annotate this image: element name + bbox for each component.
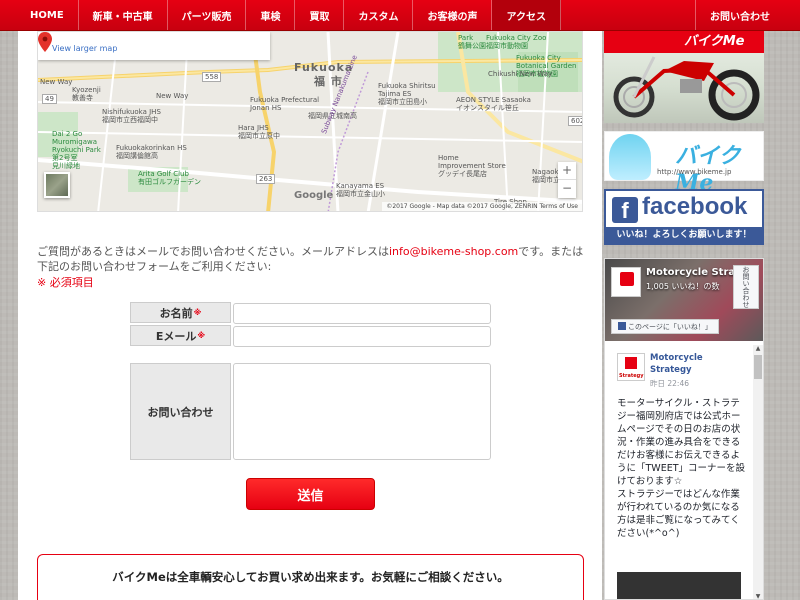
- nav-inspection[interactable]: 車検: [246, 0, 296, 30]
- map-label-korinkan: Fukuokakorinkan HS 福岡講倫館高: [116, 144, 187, 160]
- facebook-banner-subtitle: いいね！よろしくお願いします！: [606, 227, 762, 243]
- zoom-in-button[interactable]: +: [558, 162, 576, 180]
- map-label-route-49: 49: [42, 94, 57, 104]
- message-textarea[interactable]: [233, 363, 491, 460]
- map-label-kanayama: Kanayama ES 福岡市立金山小: [336, 182, 385, 198]
- fb-post-time[interactable]: 昨日 22:46: [650, 378, 689, 389]
- name-input-cell: [233, 302, 491, 324]
- message-input-cell: [233, 363, 491, 464]
- map-label-hara: Hara JHS 福岡市立原中: [238, 124, 280, 140]
- nav-new-used-bikes[interactable]: 新車・中古車: [79, 0, 168, 30]
- facebook-banner[interactable]: f facebook いいね！よろしくお願いします！: [604, 189, 764, 245]
- fb-cover-photo[interactable]: Motorcycle Strat... 1,005 いいね！の数 お問い合わせ …: [605, 259, 763, 341]
- strategy-avatar-icon: [625, 357, 637, 369]
- top-nav: HOME 新車・中古車 パーツ販売 車検 買取 カスタム お客様の声 アクセス …: [0, 0, 800, 31]
- form-row-name: お名前 ※: [130, 302, 491, 324]
- facebook-page-widget: Motorcycle Strat... 1,005 いいね！の数 お問い合わせ …: [604, 258, 764, 600]
- map-label-nishifukuoka: Nishifukuoka JHS 福岡市立西福岡中: [102, 108, 161, 124]
- google-map[interactable]: View larger map Fukuoka 福 市 Fukuoka Pref…: [37, 31, 583, 212]
- fb-likes-count: 1,005 いいね！の数: [646, 282, 720, 291]
- nav-access[interactable]: アクセス: [492, 0, 561, 30]
- map-label-jonan: Fukuoka Prefectural Jonan HS: [250, 96, 320, 112]
- intro-text-before: ご質問があるときはメールでお問い合わせください。メールアドレスは: [37, 245, 389, 258]
- map-pin-icon[interactable]: [38, 32, 52, 52]
- email-label: Eメール ※: [130, 325, 231, 346]
- name-input[interactable]: [233, 303, 491, 324]
- email-link[interactable]: info@bikeme-shop.com: [389, 245, 518, 258]
- zoom-out-button[interactable]: −: [558, 180, 576, 198]
- facebook-wordmark: facebook: [642, 193, 748, 220]
- map-label-newway-2: New Way: [156, 92, 189, 100]
- nav-parts[interactable]: パーツ販売: [168, 0, 247, 30]
- map-label-chikushi: Chikushi New Way: [488, 70, 553, 78]
- nav-home[interactable]: HOME: [0, 0, 79, 30]
- map-label-dai2go: Dai 2 Go Muromigawa Ryokuchi Park 第2号室 見…: [52, 130, 101, 170]
- fb-post-avatar[interactable]: Strategy: [617, 353, 645, 381]
- scrollbar-thumb[interactable]: [754, 355, 762, 379]
- name-label-text: お名前: [159, 306, 193, 320]
- email-input[interactable]: [233, 326, 491, 347]
- map-label-park: Park 鶴舞公園: [458, 34, 486, 50]
- fb-scrollbar[interactable]: ▲ ▼: [753, 345, 763, 599]
- fb-post-author[interactable]: Motorcycle Strategy: [650, 352, 730, 376]
- fb-post-avatar-text: Strategy: [619, 373, 644, 379]
- fb-post-text: モーターサイクル・ストラテジー福岡別府店では公式ホームページでその日のお店の状況…: [617, 398, 746, 539]
- motorcycle-image-icon: [613, 56, 760, 121]
- map-label-city-zoo: Fukuoka City Zoo 福岡市動物園: [486, 34, 547, 50]
- map-label-nagaoka: Nagaok 福岡市立: [532, 168, 560, 184]
- map-label-kyozenji: Kyozenji 教善寺: [72, 86, 101, 102]
- fb-page-logo: [611, 267, 641, 297]
- submit-button[interactable]: 送信: [246, 478, 375, 510]
- nav-contact[interactable]: お問い合わせ: [695, 0, 800, 30]
- google-logo: Google: [294, 190, 334, 201]
- fb-small-icon: [618, 322, 626, 330]
- fb-like-page-button[interactable]: このページに「いいね！」: [611, 319, 719, 334]
- nav-purchase[interactable]: 買取: [295, 0, 345, 30]
- scroll-down-icon[interactable]: ▼: [753, 593, 763, 599]
- map-label-aeon: AEON STYLE Sasaoka イオンスタイル笹丘: [456, 96, 531, 112]
- bikeme-site-banner[interactable]: バイクMe http://www.bikeme.jp: [604, 131, 764, 196]
- zoom-controls: + −: [558, 162, 576, 198]
- map-label-route-558: 558: [202, 72, 222, 82]
- nav-custom[interactable]: カスタム: [344, 0, 414, 30]
- fb-like-page-text: このページに「いいね！」: [628, 323, 712, 331]
- email-required-mark: ※: [197, 331, 206, 340]
- email-label-text: Eメール: [155, 329, 197, 343]
- form-row-message: お問い合わせ: [130, 363, 491, 464]
- custom-bike-banner[interactable]: バイクMe: [604, 31, 764, 123]
- form-row-email: Eメール ※: [130, 325, 491, 347]
- map-label-home-improvement: Home Improvement Store グッデイ長尾店: [438, 154, 506, 178]
- fb-contact-button[interactable]: お問い合わせ: [733, 265, 759, 309]
- map-label-route-263: 263: [256, 174, 276, 184]
- notice-box: バイクMeは全車輌安心してお買い求め出来ます。お気軽にご相談ください。: [37, 554, 584, 600]
- name-label: お名前 ※: [130, 302, 231, 323]
- view-larger-map-link[interactable]: View larger map: [52, 44, 117, 53]
- map-label-newway: New Way: [40, 78, 73, 86]
- strategy-logo-icon: [620, 272, 634, 286]
- map-label-route-602: 602: [568, 116, 582, 126]
- scroll-up-icon[interactable]: ▲: [753, 345, 763, 353]
- bikeme-logo: バイクMe: [675, 143, 741, 196]
- facebook-f-icon: f: [612, 197, 638, 223]
- map-label-tajima: Fukuoka Shiritsu Tajima ES 福岡市立田島小: [378, 82, 436, 106]
- map-info-box: View larger map: [38, 32, 270, 60]
- bikeme-url: http://www.bikeme.jp: [657, 168, 732, 176]
- nav-reviews[interactable]: お客様の声: [413, 0, 493, 30]
- satellite-toggle-button[interactable]: [44, 172, 70, 198]
- mascot-icon: [609, 134, 651, 180]
- fb-post-photo[interactable]: [617, 572, 741, 599]
- notice-text: バイクMeは全車輌安心してお買い求め出来ます。お気軽にご相談ください。: [112, 570, 509, 584]
- main-content: View larger map Fukuoka 福 市 Fukuoka Pref…: [18, 31, 602, 600]
- map-label-arita: Arita Golf Club 有田ゴルフガーデン: [138, 170, 201, 186]
- name-required-mark: ※: [193, 308, 202, 317]
- email-input-cell: [233, 325, 491, 347]
- contact-intro: ご質問があるときはメールでお問い合わせください。メールアドレスはinfo@bik…: [37, 244, 585, 274]
- message-label: お問い合わせ: [130, 363, 231, 460]
- required-note: ※ 必須項目: [37, 276, 94, 289]
- map-attribution[interactable]: ©2017 Google - Map data ©2017 Google, ZE…: [382, 202, 582, 211]
